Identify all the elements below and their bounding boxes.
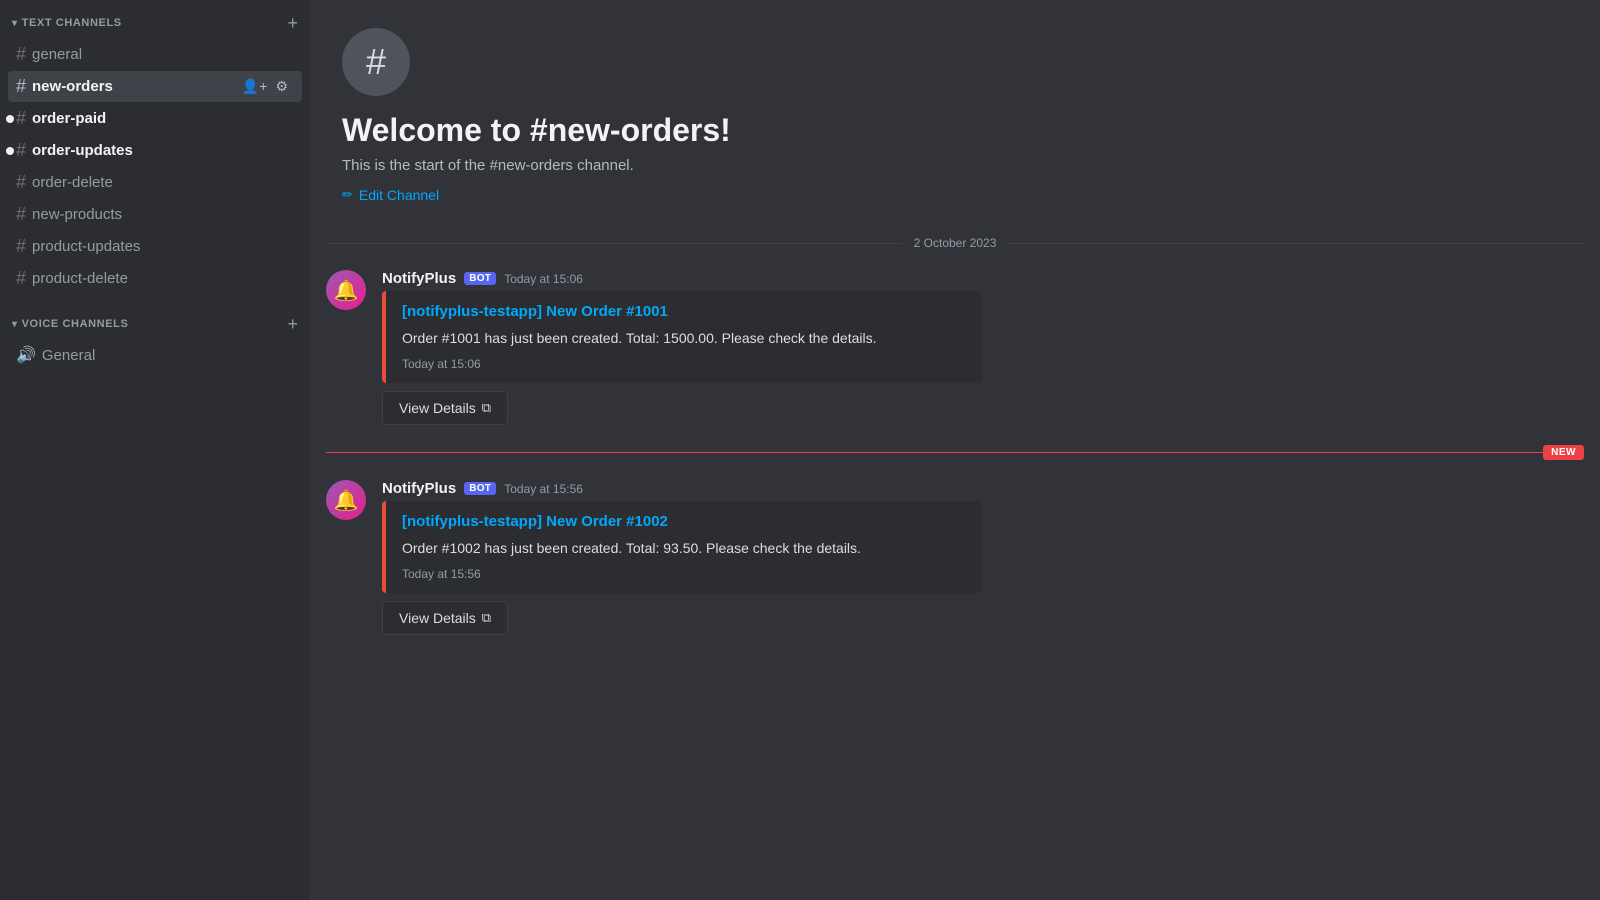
message-header: NotifyPlus BOT Today at 15:06 [382,270,1584,287]
channel-welcome-desc: This is the start of the #new-orders cha… [342,157,1568,174]
message-timestamp: Today at 15:06 [504,272,583,286]
channel-label: product-updates [32,238,290,255]
channel-label: product-delete [32,270,290,287]
embed-title[interactable]: [notifyplus-testapp] New Order #1001 [402,303,966,320]
voice-channel-list: 🔊 General [0,337,310,373]
sidebar-item-order-updates[interactable]: # order-updates [8,135,302,166]
channel-label: new-products [32,206,290,223]
hash-large-icon: # [366,41,386,83]
message-content: NotifyPlus BOT Today at 15:06 [notifyplu… [382,270,1584,425]
sidebar-item-new-orders[interactable]: # new-orders 👤+ ⚙ [8,71,302,102]
messages-area[interactable]: 2 October 2023 🔔 NotifyPlus BOT Today at… [310,220,1600,900]
view-details-label: View Details [399,400,476,416]
sidebar-item-new-products[interactable]: # new-products [8,199,302,230]
bot-badge: BOT [464,272,496,285]
message-group: 🔔 NotifyPlus BOT Today at 15:06 [notifyp… [326,266,1584,429]
sidebar-item-product-updates[interactable]: # product-updates [8,231,302,262]
new-badge: NEW [1543,445,1584,460]
channel-label: order-updates [32,142,290,159]
new-divider-line [326,452,1543,453]
new-badge-divider: NEW [326,445,1584,460]
chevron-down-icon: ▾ [12,18,18,29]
channel-actions: 👤+ ⚙ [240,76,290,97]
channel-icon-large: # [342,28,410,96]
hash-icon: # [16,44,26,65]
embed-card: [notifyplus-testapp] New Order #1002 Ord… [382,501,982,593]
sidebar-item-order-delete[interactable]: # order-delete [8,167,302,198]
channel-label: order-paid [32,110,290,127]
date-label: 2 October 2023 [914,236,997,250]
text-channels-title: ▾ TEXT CHANNELS [12,17,122,29]
voice-channels-title: ▾ VOICE CHANNELS [12,318,128,330]
view-details-label: View Details [399,610,476,626]
avatar: 🔔 [326,270,366,310]
channel-label: general [32,46,290,63]
embed-footer: Today at 15:06 [402,357,966,371]
speaker-icon: 🔊 [16,345,36,365]
message-group: 🔔 NotifyPlus BOT Today at 15:56 [notifyp… [326,476,1584,639]
add-text-channel-button[interactable]: + [287,14,298,32]
date-divider: 2 October 2023 [326,236,1584,250]
message-content: NotifyPlus BOT Today at 15:56 [notifyplu… [382,480,1584,635]
embed-card: [notifyplus-testapp] New Order #1001 Ord… [382,291,982,383]
edit-channel-label: Edit Channel [359,187,439,203]
sidebar-item-general[interactable]: # general [8,39,302,70]
add-member-icon[interactable]: 👤+ [240,76,270,97]
embed-footer: Today at 15:56 [402,567,966,581]
main-content: # Welcome to #new-orders! This is the st… [310,0,1600,900]
channel-label: new-orders [32,78,240,95]
message-header: NotifyPlus BOT Today at 15:56 [382,480,1584,497]
hash-icon: # [16,76,26,97]
message-username: NotifyPlus [382,270,456,287]
edit-channel-link[interactable]: ✏ Edit Channel [342,187,439,203]
pencil-icon: ✏ [342,187,353,203]
sidebar: ▾ TEXT CHANNELS + # general # new-orders 👤+… [0,0,310,900]
unread-dot [6,147,14,155]
hash-icon: # [16,236,26,257]
text-channels-section-header[interactable]: ▾ TEXT CHANNELS + [0,8,310,36]
embed-description: Order #1002 has just been created. Total… [402,538,966,559]
avatar: 🔔 [326,480,366,520]
hash-icon: # [16,204,26,225]
add-voice-channel-button[interactable]: + [287,315,298,333]
bot-badge: BOT [464,482,496,495]
view-details-button[interactable]: View Details ⧉ [382,601,508,635]
text-channel-list: # general # new-orders 👤+ ⚙ # order-paid # ord… [0,36,310,297]
message-timestamp: Today at 15:56 [504,482,583,496]
external-link-icon: ⧉ [482,610,491,626]
message-username: NotifyPlus [382,480,456,497]
unread-dot [6,115,14,123]
hash-icon: # [16,140,26,161]
sidebar-item-voice-general-voice[interactable]: 🔊 General [8,340,302,370]
voice-channel-label: General [42,347,95,364]
chevron-down-icon-voice: ▾ [12,319,18,330]
external-link-icon: ⧉ [482,400,491,416]
sidebar-item-product-delete[interactable]: # product-delete [8,263,302,294]
sidebar-item-order-paid[interactable]: # order-paid [8,103,302,134]
embed-description: Order #1001 has just been created. Total… [402,328,966,349]
channel-welcome-title: Welcome to #new-orders! [342,112,1568,149]
hash-icon: # [16,108,26,129]
view-details-button[interactable]: View Details ⧉ [382,391,508,425]
channel-label: order-delete [32,174,290,191]
settings-icon[interactable]: ⚙ [273,76,290,97]
channel-welcome: # Welcome to #new-orders! This is the st… [310,0,1600,220]
divider-line-right [1008,243,1584,244]
voice-channels-section-header[interactable]: ▾ VOICE CHANNELS + [0,309,310,337]
embed-title[interactable]: [notifyplus-testapp] New Order #1002 [402,513,966,530]
hash-icon: # [16,172,26,193]
divider-line-left [326,243,902,244]
hash-icon: # [16,268,26,289]
